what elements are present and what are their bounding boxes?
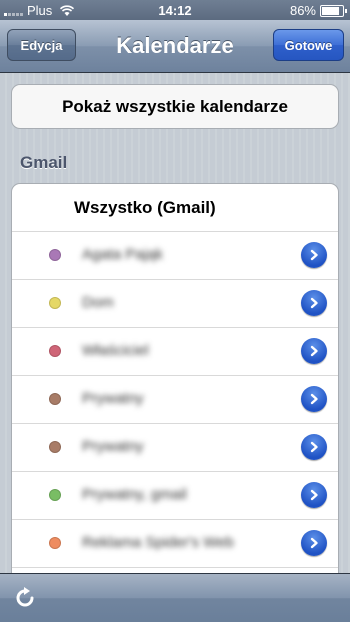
chevron-right-icon — [310, 489, 318, 501]
calendar-name: Agata Pająk — [82, 246, 163, 263]
calendar-row[interactable]: Prywatny — [12, 423, 338, 472]
refresh-icon — [16, 587, 34, 607]
chevron-right-icon — [310, 393, 318, 405]
all-gmail-label: Wszystko (Gmail) — [74, 198, 216, 217]
detail-disclosure-button[interactable] — [301, 434, 327, 460]
calendar-group-gmail: Wszystko (Gmail) Agata Pająk Dom Właścicie… — [11, 183, 339, 583]
calendar-row[interactable]: Dom — [12, 279, 338, 328]
done-button[interactable]: Gotowe — [273, 29, 344, 61]
status-bar: Plus 14:12 86% — [0, 0, 350, 20]
chevron-right-icon — [310, 345, 318, 357]
calendar-row[interactable]: Prywatny — [12, 375, 338, 424]
detail-disclosure-button[interactable] — [301, 242, 327, 268]
calendar-list-content: Pokaż wszystkie kalendarze Gmail Wszystk… — [0, 73, 350, 583]
calendar-row[interactable]: Agata Pająk — [12, 231, 338, 280]
calendar-name: Reklama Spider's Web — [82, 534, 234, 551]
calendar-color-dot — [49, 537, 61, 549]
chevron-right-icon — [310, 537, 318, 549]
calendar-row[interactable]: Prywatny, gmail — [12, 471, 338, 520]
chevron-right-icon — [310, 441, 318, 453]
battery-info: 86% — [289, 3, 347, 18]
navigation-bar: Edycja Kalendarze Gotowe — [0, 20, 350, 73]
calendar-color-dot — [49, 249, 61, 261]
chevron-right-icon — [310, 249, 318, 261]
calendar-name: Prywatny, gmail — [82, 486, 187, 503]
section-header-gmail: Gmail — [20, 153, 68, 172]
detail-disclosure-button[interactable] — [301, 386, 327, 412]
battery-percent: 86% — [289, 3, 316, 18]
refresh-button[interactable] — [10, 583, 40, 613]
detail-disclosure-button[interactable] — [301, 338, 327, 364]
calendar-color-dot — [49, 393, 61, 405]
detail-disclosure-button[interactable] — [301, 530, 327, 556]
show-all-calendars-button[interactable]: Pokaż wszystkie kalendarze — [11, 84, 339, 129]
calendar-name: Właściciel — [82, 342, 149, 359]
detail-disclosure-button[interactable] — [301, 290, 327, 316]
calendar-name: Dom — [82, 294, 114, 311]
chevron-right-icon — [310, 297, 318, 309]
calendar-row[interactable]: Reklama Spider's Web — [12, 519, 338, 568]
calendar-color-dot — [49, 345, 61, 357]
calendar-name: Prywatny — [82, 438, 144, 455]
calendar-color-dot — [49, 441, 61, 453]
detail-disclosure-button[interactable] — [301, 482, 327, 508]
all-gmail-row[interactable]: Wszystko (Gmail) — [12, 184, 338, 232]
battery-icon — [320, 4, 347, 17]
bottom-toolbar — [0, 573, 350, 622]
calendar-row[interactable]: Właściciel — [12, 327, 338, 376]
calendar-color-dot — [49, 297, 61, 309]
calendar-color-dot — [49, 489, 61, 501]
calendar-name: Prywatny — [82, 390, 144, 407]
